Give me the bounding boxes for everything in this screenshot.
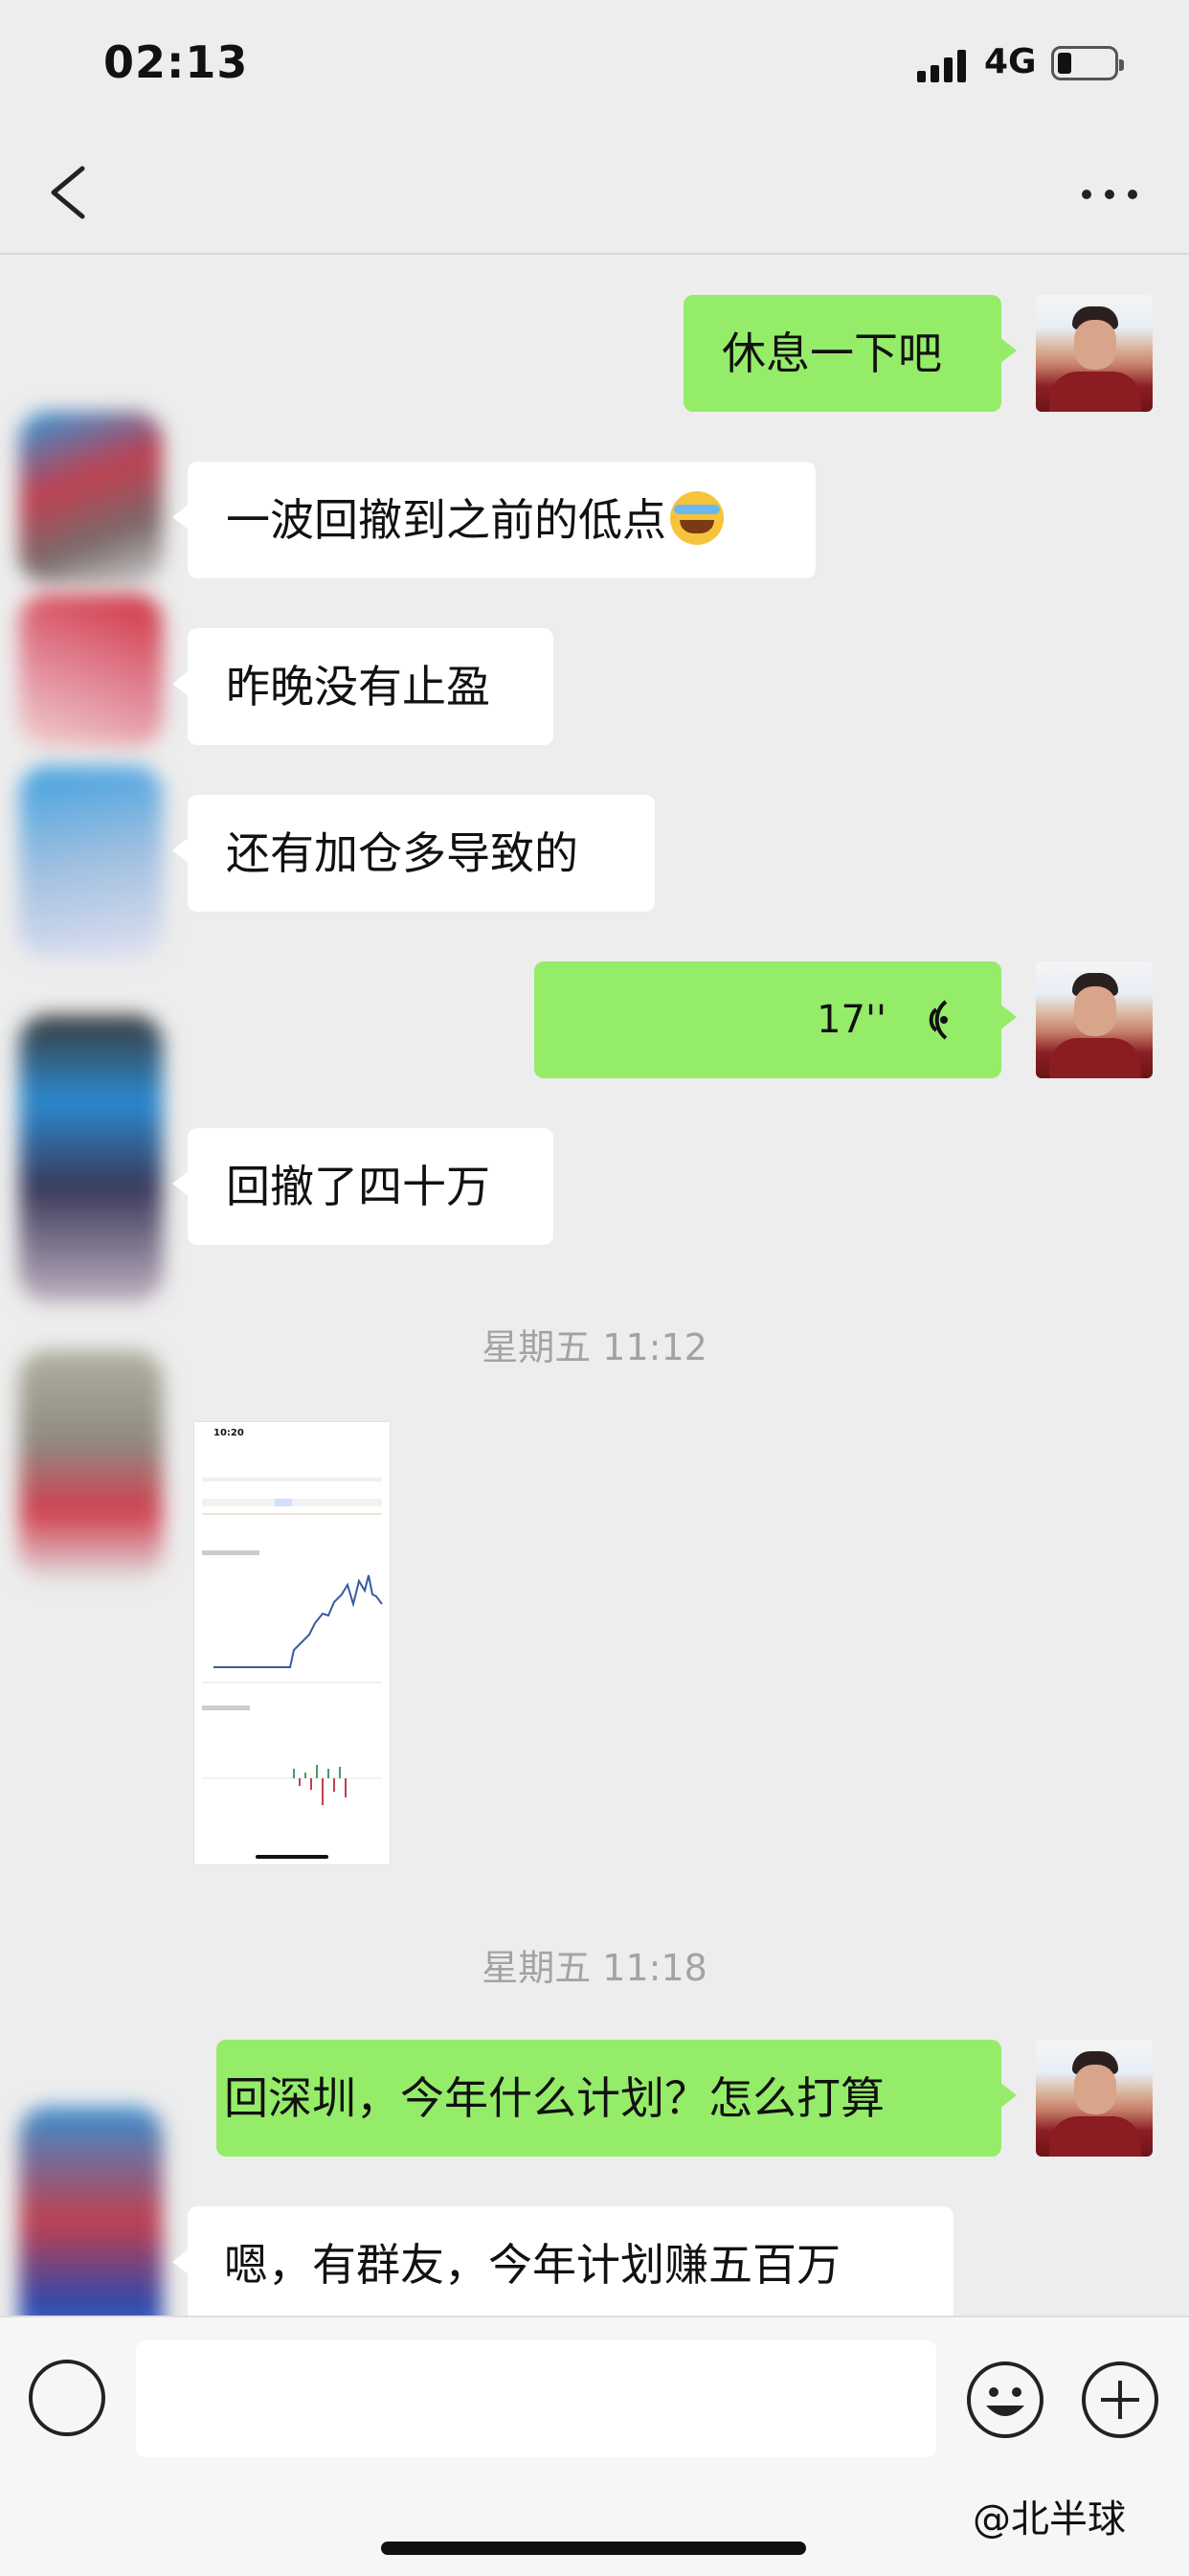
network-type: 4G [984, 42, 1037, 81]
my-avatar[interactable] [1036, 2040, 1153, 2157]
contact-avatar[interactable] [19, 1350, 163, 1580]
status-bar: 02:13 4G [0, 0, 1189, 134]
status-time: 02:13 [103, 36, 249, 88]
contact-avatar[interactable] [19, 412, 163, 584]
image-message[interactable]: 10:20 [193, 1421, 391, 1865]
message-bubble-sent[interactable]: 休息一下吧 [684, 295, 1017, 412]
emoji-face-icon[interactable] [965, 2360, 1045, 2440]
message-bubble-received[interactable]: 嗯，有群友，今年计划赚五百万 [172, 2206, 953, 2323]
plus-circle-icon[interactable] [1080, 2360, 1160, 2440]
message-bubble-received[interactable]: 回撤了四十万 [172, 1128, 553, 1245]
message-row: 17'' [0, 961, 1189, 1078]
message-bubble-received[interactable]: 还有加仓多导致的 [172, 795, 655, 912]
home-indicator[interactable] [381, 2542, 806, 2555]
thumbnail-time: 10:20 [213, 1428, 244, 1438]
contact-avatar[interactable] [19, 766, 163, 958]
voice-message-bubble[interactable]: 17'' [534, 961, 1017, 1078]
face-holding-back-tears-emoji [670, 491, 724, 545]
voice-duration: 17'' [817, 998, 886, 1042]
message-row: 回深圳，今年什么计划？怎么打算 [0, 2040, 1189, 2157]
chat-header [0, 134, 1189, 255]
voice-wave-icon [929, 1000, 948, 1040]
message-bubble-received[interactable]: 昨晚没有止盈 [172, 628, 553, 745]
voice-input-icon[interactable] [29, 2360, 105, 2436]
message-bubble-sent[interactable]: 回深圳，今年什么计划？怎么打算 [216, 2040, 1017, 2157]
message-row: 休息一下吧 [0, 295, 1189, 412]
chat-timestamp: 星期五 11:12 [482, 1326, 707, 1368]
chat-input-bar: @北半球 [0, 2316, 1189, 2576]
message-bubble-received[interactable]: 一波回撤到之前的低点 [172, 462, 816, 578]
battery-icon [1051, 46, 1124, 80]
message-input[interactable] [136, 2340, 936, 2457]
watermark: @北半球 [973, 2497, 1126, 2542]
my-avatar[interactable] [1036, 295, 1153, 412]
message-text: 一波回撤到之前的低点 [226, 494, 666, 546]
chat-timestamp: 星期五 11:18 [482, 1947, 707, 1989]
back-arrow-icon[interactable] [44, 165, 94, 220]
signal-icon [917, 50, 967, 82]
my-avatar[interactable] [1036, 961, 1153, 1078]
more-dots-icon[interactable] [1072, 170, 1149, 218]
contact-avatar[interactable] [19, 594, 163, 747]
screenshot-thumbnail [202, 1478, 383, 1859]
